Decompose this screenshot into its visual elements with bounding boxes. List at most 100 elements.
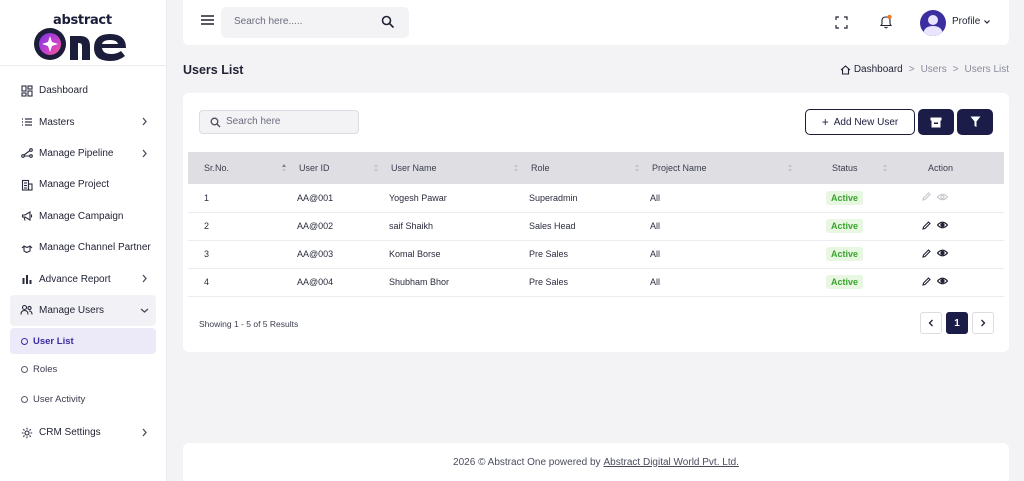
pagination-next-button[interactable]	[972, 312, 994, 334]
list-icon	[20, 116, 33, 129]
add-new-user-label: Add New User	[833, 116, 899, 128]
column-header[interactable]: User ID	[284, 152, 378, 184]
archive-icon	[930, 117, 942, 127]
column-header[interactable]: User Name	[376, 152, 518, 184]
footer: 2026 © Abstract One powered by Abstract …	[183, 443, 1009, 481]
chevron-right-icon	[142, 117, 147, 126]
sidebar-item-label: CRM Settings	[39, 427, 101, 439]
filter-button[interactable]	[957, 109, 993, 135]
sidebar-subitem-label: User Activity	[33, 393, 86, 405]
eye-icon[interactable]	[937, 221, 948, 229]
column-header-label: Project Name	[652, 163, 707, 173]
edit-icon[interactable]	[922, 276, 931, 286]
export-button[interactable]	[918, 109, 954, 135]
pipeline-icon	[20, 147, 33, 160]
breadcrumb-separator: >	[952, 64, 959, 75]
chevron-right-icon	[142, 428, 147, 437]
cell-user-name: Shubham Bhor	[389, 277, 450, 287]
sidebar-item-label: Masters	[39, 116, 75, 128]
sidebar-item-label: Manage Users	[39, 304, 105, 316]
users-card: + Add New User Sr.No. User ID User Name	[183, 93, 1009, 352]
sidebar-item-manage-campaign[interactable]: Manage Campaign	[0, 201, 166, 232]
edit-icon[interactable]	[922, 248, 931, 258]
column-header-label: User ID	[299, 163, 330, 173]
sidebar-item-label: Manage Campaign	[39, 210, 124, 222]
edit-icon[interactable]	[922, 220, 931, 230]
chevron-right-icon	[142, 274, 147, 283]
sidebar-item-manage-project[interactable]: Manage Project	[0, 169, 166, 200]
building-icon	[20, 178, 33, 191]
cell-project-name: All	[650, 221, 661, 231]
bar-chart-icon	[20, 273, 33, 286]
sidebar-item-dashboard[interactable]: Dashboard	[0, 75, 166, 106]
breadcrumb-home[interactable]: Dashboard	[840, 64, 903, 75]
hamburger-menu-icon[interactable]	[201, 14, 214, 26]
breadcrumb: Dashboard > Users > Users List	[840, 64, 1009, 75]
home-icon	[840, 64, 851, 75]
pagination-prev-button[interactable]	[920, 312, 942, 334]
top-search-input[interactable]	[234, 16, 374, 27]
sidebar-subitem-roles[interactable]: Roles	[0, 355, 166, 385]
edit-icon[interactable]	[922, 192, 931, 202]
sidebar-item-manage-users[interactable]: Manage Users	[10, 294, 156, 327]
cell-project-name: All	[650, 192, 661, 203]
eye-icon[interactable]	[937, 277, 948, 285]
status-badge: Active	[826, 219, 864, 233]
profile-menu[interactable]: Profile	[952, 16, 991, 27]
add-new-user-button[interactable]: + Add New User	[805, 109, 915, 135]
cell-action	[887, 268, 1004, 296]
chevron-right-icon	[142, 149, 147, 158]
search-icon[interactable]	[381, 15, 395, 29]
avatar[interactable]	[920, 10, 946, 36]
table-search-box	[199, 110, 359, 134]
pagination-summary: Showing 1 - 5 of 5 Results	[199, 319, 299, 329]
logo[interactable]: abstract	[0, 0, 166, 66]
sidebar-item-advance-report[interactable]: Advance Report	[0, 263, 166, 294]
cell-user-id: AA@001	[297, 192, 334, 203]
handshake-icon	[20, 241, 33, 254]
status-badge: Active	[826, 275, 864, 289]
search-icon	[210, 117, 221, 128]
cell-action	[887, 184, 1004, 212]
eye-icon[interactable]	[937, 249, 948, 257]
cell-srno: 2	[204, 221, 210, 231]
sidebar-item-label: Manage Channel Partner	[39, 242, 151, 254]
cell-user-name: Yogesh Pawar	[389, 192, 447, 203]
chevron-down-icon	[140, 308, 149, 313]
topbar: Profile	[183, 0, 1009, 45]
table-header-row: Sr.No. User ID User Name Role Project Na…	[188, 152, 1004, 184]
cell-status: Active	[791, 268, 887, 296]
page-title: Users List	[183, 63, 244, 77]
column-header[interactable]: Role	[516, 152, 639, 184]
breadcrumb-users[interactable]: Users	[921, 64, 947, 75]
status-badge: Active	[826, 247, 864, 261]
sidebar-subitem-user-activity[interactable]: User Activity	[0, 385, 166, 415]
table-search-input[interactable]	[226, 116, 351, 127]
column-header[interactable]: Status	[791, 152, 887, 184]
column-header[interactable]: Project Name	[637, 152, 792, 184]
grid-icon	[20, 84, 33, 97]
circle-bullet-icon	[21, 366, 28, 374]
sidebar-item-manage-pipeline[interactable]: Manage Pipeline	[0, 138, 166, 169]
sidebar-item-masters[interactable]: Masters	[0, 106, 166, 137]
pagination-page-button[interactable]: 1	[946, 312, 968, 334]
sidebar-item-label: Manage Project	[39, 179, 110, 191]
table-row: 2 AA@002 saif Shaikh Sales Head All Acti…	[188, 212, 1004, 240]
sidebar-item-crm-settings[interactable]: CRM Settings	[0, 417, 166, 448]
breadcrumb-current: Users List	[964, 64, 1009, 75]
sidebar-nav: Dashboard Masters Manage Pipeline Manage…	[0, 66, 166, 449]
fullscreen-icon[interactable]	[835, 16, 848, 29]
table-row: 3 AA@003 Komal Borse Pre Sales All Activ…	[188, 240, 1004, 268]
footer-link[interactable]: Abstract Digital World Pvt. Ltd.	[604, 457, 739, 468]
bell-icon[interactable]	[879, 14, 893, 29]
cell-role: Pre Sales	[529, 277, 569, 287]
column-header[interactable]: Sr.No.	[188, 152, 286, 184]
column-header-label: Role	[531, 163, 550, 173]
cell-action	[887, 212, 1004, 240]
sidebar-item-manage-channel-partner[interactable]: Manage Channel Partner	[0, 232, 166, 263]
breadcrumb-separator: >	[908, 64, 915, 75]
eye-icon[interactable]	[937, 193, 948, 201]
sidebar-subitem-user-list[interactable]: User List	[10, 328, 156, 355]
table-row: 4 AA@004 Shubham Bhor Pre Sales All Acti…	[188, 268, 1004, 296]
cell-role: Sales Head	[529, 221, 576, 231]
